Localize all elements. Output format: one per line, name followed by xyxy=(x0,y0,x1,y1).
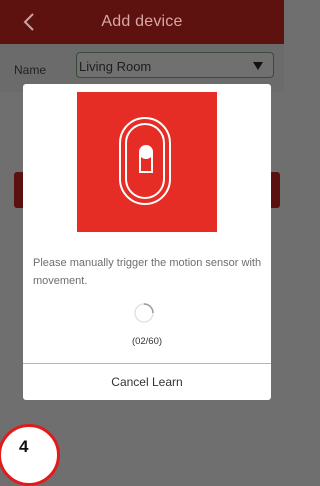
progress-counter: (02/60) xyxy=(131,336,163,347)
background-button-edge xyxy=(271,172,280,208)
back-button[interactable] xyxy=(18,9,40,35)
background-button-edge xyxy=(14,172,23,208)
app-header: Add device xyxy=(0,0,284,44)
name-dropdown[interactable]: Living Room xyxy=(76,52,274,78)
step-number: 4 xyxy=(19,437,29,456)
loading-spinner-icon xyxy=(134,303,154,323)
page-title: Add device xyxy=(101,13,183,30)
dialog-message: Please manually trigger the motion senso… xyxy=(33,257,262,287)
cancel-learn-button[interactable]: Cancel Learn xyxy=(23,364,271,400)
triangle-down-icon xyxy=(253,62,263,70)
name-label: Name xyxy=(14,63,47,77)
name-value: Living Room xyxy=(79,59,152,74)
learn-dialog: Please manually trigger the motion senso… xyxy=(23,84,271,400)
chevron-left-icon xyxy=(23,13,34,31)
step-badge: 4 xyxy=(0,424,60,486)
motion-sensor-icon xyxy=(119,117,171,205)
motion-sensor-image xyxy=(77,92,217,232)
